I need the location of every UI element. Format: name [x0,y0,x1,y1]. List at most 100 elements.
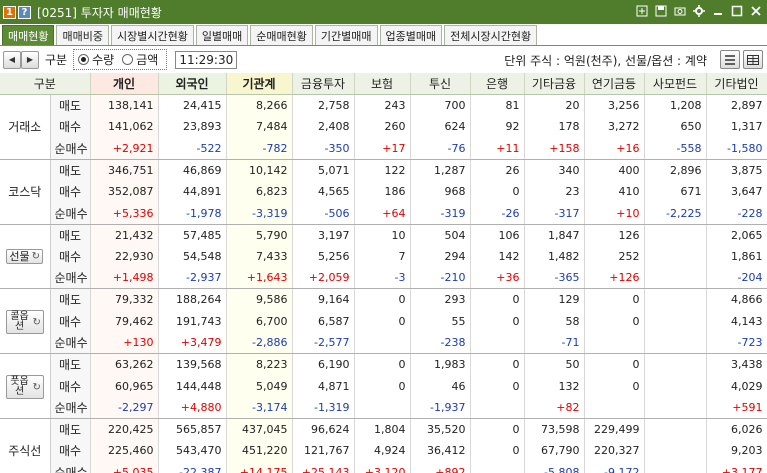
table-cell: 968 [410,180,471,203]
close-icon[interactable] [749,4,763,18]
table-cell [644,353,707,376]
table-cell: -558 [644,137,707,160]
table-cell: 10,142 [226,159,293,181]
qty-amount-radio-group: 수량 금액 [73,49,168,70]
table-row-kospi-sell: 거래소 매도 138,141 24,415 8,266 2,758 243 700 81 20 3,… [0,94,767,160]
table-cell: 129 [524,288,585,311]
table-cell [584,396,645,419]
table-cell: -1,937 [410,396,471,419]
table-cell: 543,470 [158,440,227,462]
tab-sector[interactable]: 업종별매매 [379,25,443,45]
table-cell: 4,143 [706,310,767,333]
table-cell: -204 [706,267,767,290]
list-view-button[interactable] [720,50,740,69]
table-cell: 1,287 [410,159,471,181]
table-cell: 243 [354,94,411,117]
table-cell: -9,172 [584,461,645,473]
maximize-icon[interactable] [730,4,744,18]
table-cell: 55 [410,310,471,333]
header-insurance: 보험 [354,73,411,96]
table-cell: 437,045 [226,418,293,441]
table-cell [644,310,707,333]
table-cell: 4,565 [292,180,355,203]
next-arrow-button[interactable]: ▶ [21,50,39,69]
header-private-fund: 사모펀드 [644,73,707,96]
minimize-icon[interactable] [711,4,725,18]
tab-all-market-time[interactable]: 전체시장시간현황 [444,25,538,45]
table-cell: 4,029 [706,375,767,397]
table-cell: +4,880 [158,396,227,419]
table-cell: -76 [410,137,471,160]
toolbar: ◀ ▶ 구분 수량 금액 11:29:30 단위 주식 : 억원(천주), 선물… [0,47,767,72]
table-cell: 141,062 [90,116,159,138]
row-label-buy: 매수 [50,180,91,203]
window-title: [0251] 투자자 매매현황 [37,5,162,20]
time-field[interactable]: 11:29:30 [175,50,238,69]
table-cell: 178 [524,116,585,138]
table-cell: 5,256 [292,245,355,268]
table-cell: 2,758 [292,94,355,117]
table-cell [354,332,411,355]
radio-amount[interactable]: 금액 [122,51,158,68]
table-cell [470,332,525,355]
table-cell [644,288,707,311]
table-cell: 54,548 [158,245,227,268]
group-button-put-option[interactable]: 풋옵션 ↻ [5,375,44,400]
table-cell: 191,743 [158,310,227,333]
tab-trading-ratio[interactable]: 매매비중 [56,25,109,45]
group-futures[interactable]: 선물 ↻ [0,224,51,290]
row-label-buy: 매수 [50,440,91,462]
row-label-buy: 매수 [50,245,91,268]
table-cell: 565,857 [158,418,227,441]
table-row-call-option-sell: 콜옵션 ↻ 매도 79,332 188,264 9,586 9,164 0 293 0 129 0 4,… [0,288,767,355]
tab-daily[interactable]: 일별매매 [195,25,249,45]
row-label-sell: 매도 [50,224,91,246]
save-icon[interactable] [654,4,668,18]
prev-arrow-button[interactable]: ◀ [3,50,21,69]
camera-icon[interactable] [673,4,687,18]
group-label: 콜옵션 [10,311,29,333]
radio-quantity[interactable]: 수량 [78,51,114,68]
tab-trading-status[interactable]: 매매현황 [2,25,55,45]
group-put-option[interactable]: 풋옵션 ↻ [0,353,51,419]
table-cell [644,440,707,462]
tab-period[interactable]: 기간별매매 [314,25,378,45]
screen-number-badge[interactable]: 1 [3,5,16,19]
table-row-put-option-sell: 풋옵션 ↻ 매도 63,262 139,568 8,223 6,190 0 1,983 0 50 0 3… [0,353,767,419]
list-icon [725,54,735,65]
tab-market-time[interactable]: 시장별시간현황 [110,25,194,45]
help-icon[interactable]: ? [18,5,31,19]
tab-net-trading[interactable]: 순매매현황 [250,25,313,45]
row-label-buy: 매수 [50,116,91,138]
table-cell: 0 [584,375,645,397]
table-cell: -3,319 [226,202,293,225]
table-cell: 340 [524,159,585,181]
category-label: 구분 [45,53,68,67]
grid-view-button[interactable] [743,50,763,69]
table-cell: -522 [158,137,227,160]
table-cell: 2,408 [292,116,355,138]
table-cell [470,396,525,419]
header-category: 구분 [0,73,91,96]
link-icon[interactable] [635,4,649,18]
table-cell: 225,460 [90,440,159,462]
header-other-corp: 기타법인 [706,73,767,96]
table-cell: 50 [524,353,585,376]
table-cell: 451,220 [226,440,293,462]
row-label-sell: 매도 [50,94,91,117]
table-row-futures-sell: 선물 ↻ 매도 21,432 57,485 5,790 3,197 10 504 106 1,847… [0,224,767,290]
table-cell: 9,164 [292,288,355,311]
group-button-futures[interactable]: 선물 ↻ [6,249,44,265]
table-cell: -228 [706,202,767,225]
gear-icon[interactable] [692,4,706,18]
table-cell [644,375,707,397]
table-cell: 73,598 [524,418,585,441]
table-cell: 7,433 [226,245,293,268]
table-cell: 23,893 [158,116,227,138]
header-pension: 연기금등 [584,73,645,96]
group-button-call-option[interactable]: 콜옵션 ↻ [5,310,44,335]
table-cell: 1,847 [524,224,585,246]
table-cell: -210 [410,267,471,290]
group-call-option[interactable]: 콜옵션 ↻ [0,288,51,355]
table-cell: 46,869 [158,159,227,181]
